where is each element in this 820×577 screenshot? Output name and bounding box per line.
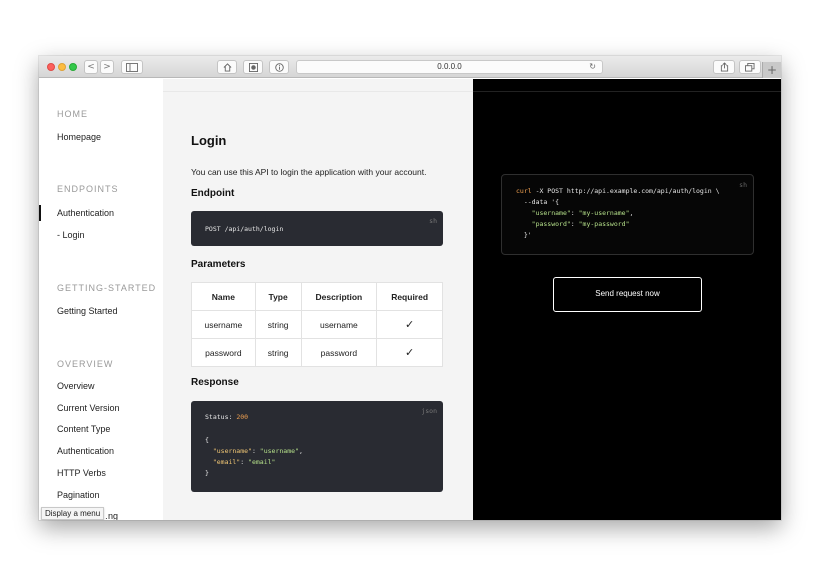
code-line: }' xyxy=(516,231,532,239)
column-header-name: Name xyxy=(191,282,256,311)
tabs-icon xyxy=(745,63,755,72)
example-panel: sh curl -X POST http://api.example.com/a… xyxy=(473,79,781,520)
sidebar-nav: HOME Homepage ENDPOINTS Authentication -… xyxy=(39,79,163,520)
nav-section-overview: OVERVIEW xyxy=(57,359,114,369)
json-key: "username" xyxy=(531,209,571,217)
record-icon xyxy=(248,63,258,72)
share-icon xyxy=(720,62,728,72)
send-request-button[interactable]: Send request now xyxy=(553,277,702,312)
code-line: "username": "username", xyxy=(212,447,303,455)
sidebar-item-getting-started[interactable]: Getting Started xyxy=(57,306,118,316)
reload-icon[interactable]: ↻ xyxy=(589,61,596,73)
checkmark-icon: ✓ xyxy=(376,338,443,367)
curl-command: curl xyxy=(516,187,532,195)
new-tab-button[interactable]: + xyxy=(762,62,781,78)
tooltip: Display a menu xyxy=(41,507,105,520)
sidebar-item-pagination[interactable]: Pagination xyxy=(57,490,100,500)
code-line: "email": "email" xyxy=(212,458,276,466)
share-button[interactable] xyxy=(713,60,735,74)
json-value: "username" xyxy=(259,447,299,455)
endpoint-code-block: sh POST /api/auth/login xyxy=(191,211,443,246)
sidebar-toggle-button[interactable] xyxy=(121,60,143,74)
parameters-heading: Parameters xyxy=(191,259,246,270)
url-text: 0.0.0.0 xyxy=(437,62,462,71)
extension-button[interactable] xyxy=(243,60,263,74)
sidebar-item-content-type[interactable]: Content Type xyxy=(57,424,110,434)
sidebar-item-authentication-overview[interactable]: Authentication xyxy=(57,446,114,456)
back-button[interactable]: < xyxy=(84,60,98,74)
nav-section-home: HOME xyxy=(57,109,88,119)
table-cell: password xyxy=(191,338,256,367)
tabs-overview-button[interactable] xyxy=(739,60,761,74)
sidebar-icon xyxy=(126,63,138,72)
table-cell: username xyxy=(191,310,256,339)
status-label: Status: xyxy=(205,413,233,421)
home-icon xyxy=(223,63,231,72)
table-cell: password xyxy=(300,338,378,367)
info-button[interactable] xyxy=(269,60,289,74)
checkmark-icon: ✓ xyxy=(376,310,443,339)
table-row: username string username ✓ xyxy=(191,310,443,339)
json-key: "password" xyxy=(531,220,571,228)
column-header-description: Description xyxy=(300,282,378,311)
curl-args: -X POST http://api.example.com/api/auth/… xyxy=(531,187,720,195)
divider xyxy=(473,91,781,92)
sidebar-item-homepage[interactable]: Homepage xyxy=(57,132,101,142)
json-value: "email" xyxy=(248,458,276,466)
intro-text: You can use this API to login the applic… xyxy=(191,167,427,177)
code-lang-label: sh xyxy=(429,217,437,225)
table-cell: username xyxy=(300,310,378,339)
sidebar-item-login[interactable]: - Login xyxy=(57,230,85,240)
response-code-block: json Status: 200 { "username": "username… xyxy=(191,401,443,492)
table-header-row: Name Type Description Required xyxy=(191,282,443,311)
table-row: password string password ✓ xyxy=(191,338,443,367)
json-value: "my-password" xyxy=(578,220,630,228)
main-content: Login You can use this API to login the … xyxy=(163,79,473,520)
nav-section-getting-started: GETTING-STARTED xyxy=(57,283,157,293)
parameters-table: Name Type Description Required username … xyxy=(191,282,443,367)
code-line: "username": "my-username", xyxy=(531,209,634,217)
response-status-line: Status: 200 xyxy=(205,413,248,421)
table-cell: string xyxy=(254,310,302,339)
code-line: curl -X POST http://api.example.com/api/… xyxy=(516,187,720,195)
table-cell: string xyxy=(254,338,302,367)
code-line: "password": "my-password" xyxy=(531,220,630,228)
json-key: "username" xyxy=(212,447,252,455)
info-icon xyxy=(274,63,284,72)
sidebar-item-authentication[interactable]: Authentication xyxy=(57,208,114,218)
status-code: 200 xyxy=(236,413,249,421)
sidebar-item-overview[interactable]: Overview xyxy=(57,381,95,391)
code-line: { xyxy=(205,436,209,444)
code-lang-label: sh xyxy=(739,181,747,189)
column-header-required: Required xyxy=(376,282,443,311)
sidebar-item-http-verbs[interactable]: HTTP Verbs xyxy=(57,468,106,478)
column-header-type: Type xyxy=(254,282,302,311)
endpoint-heading: Endpoint xyxy=(191,188,235,199)
code-lang-label: json xyxy=(421,407,437,415)
forward-button[interactable]: > xyxy=(100,60,114,74)
code-line: --data '{ xyxy=(516,198,560,206)
active-indicator xyxy=(39,205,41,221)
minimize-window-button[interactable] xyxy=(58,63,66,71)
json-value: "my-username" xyxy=(578,209,630,217)
code-line: } xyxy=(205,469,209,477)
close-window-button[interactable] xyxy=(47,63,55,71)
curl-example-code-block: sh curl -X POST http://api.example.com/a… xyxy=(501,174,754,255)
zoom-window-button[interactable] xyxy=(69,63,77,71)
browser-toolbar: < > 0.0.0.0 ↻ + xyxy=(39,56,781,78)
sidebar-item-current-version[interactable]: Current Version xyxy=(57,403,120,413)
address-bar[interactable]: 0.0.0.0 ↻ xyxy=(296,60,603,74)
json-key: "email" xyxy=(212,458,241,466)
page-title: Login xyxy=(191,133,227,148)
endpoint-code: POST /api/auth/login xyxy=(205,225,284,233)
divider xyxy=(163,91,473,92)
nav-section-endpoints: ENDPOINTS xyxy=(57,184,119,194)
response-heading: Response xyxy=(191,377,239,388)
home-button[interactable] xyxy=(217,60,237,74)
browser-window: < > 0.0.0.0 ↻ + HOME Homepage ENDPOINTS xyxy=(39,56,781,520)
